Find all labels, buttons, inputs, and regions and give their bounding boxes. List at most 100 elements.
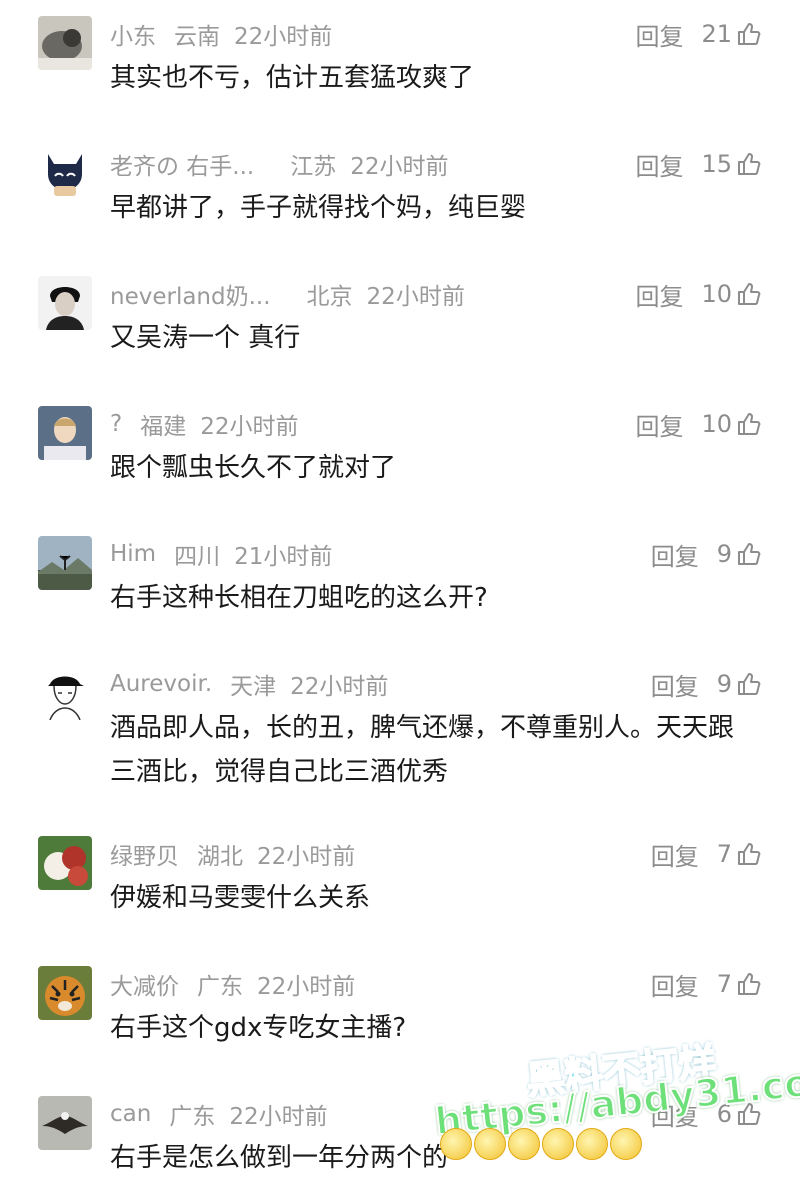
like-button[interactable]: 15 [701, 150, 762, 178]
avatar[interactable] [38, 666, 92, 720]
timestamp: 22小时前 [200, 414, 299, 440]
reply-button[interactable]: 回复 [635, 17, 683, 52]
comment-text: 右手这种长相在刀蛆吃的这么开? [110, 583, 488, 613]
comment-meta: 老齐の 右手... 江苏 22小时前 [110, 146, 449, 182]
comment-meta: ? 福建 22小时前 [110, 406, 299, 442]
username[interactable]: 老齐の 右手... [110, 147, 254, 181]
comment-text-line: 酒品即人品，长的丑，脾气还爆，不尊重别人。天天跟 [110, 713, 735, 743]
timestamp: 22小时前 [350, 154, 449, 180]
comment-meta: Aurevoir. 天津 22小时前 [110, 666, 388, 702]
avatar[interactable] [38, 536, 92, 590]
thumbs-up-icon [738, 283, 761, 305]
comment-text: 早都讲了，手子就得找个妈，纯巨婴 [110, 193, 527, 223]
location: 广东 [169, 1104, 216, 1130]
reply-button[interactable]: 回复 [635, 147, 683, 182]
username[interactable]: neverland奶... [110, 277, 271, 311]
username[interactable]: 绿野贝 [110, 837, 179, 871]
like-count: 10 [701, 280, 732, 308]
timestamp: 22小时前 [229, 1104, 328, 1130]
reply-button[interactable]: 回复 [651, 537, 699, 572]
location: 湖北 [197, 844, 243, 870]
comment-item: 老齐の 右手... 江苏 22小时前 回复 15 早都讲了，手子就得找个妈，纯巨… [0, 130, 800, 260]
comment-meta: Him 四川 21小时前 [110, 536, 332, 572]
comment-item: neverland奶... 北京 22小时前 回复 10 又吴涛一个 真行 [0, 260, 800, 390]
username[interactable]: Him [110, 541, 156, 567]
reply-button[interactable]: 回复 [651, 1097, 699, 1132]
like-count: 9 [716, 670, 732, 698]
comment-item: 小东 云南 22小时前 回复 21 其实也不亏，估计五套猛攻爽了 [0, 0, 800, 130]
avatar[interactable] [38, 276, 92, 330]
username[interactable]: 小东 [110, 17, 156, 51]
location: 江苏 [290, 154, 337, 180]
like-button[interactable]: 10 [701, 410, 762, 438]
thumbs-up-icon [738, 843, 761, 865]
comment-item: Him 四川 21小时前 回复 9 右手这种长相在刀蛆吃的这么开? [0, 520, 800, 650]
timestamp: 22小时前 [257, 974, 356, 1000]
like-button[interactable]: 7 [717, 970, 762, 998]
comment-text: 酒品即人品，长的丑，脾气还爆，不尊重别人。天天跟 三酒比，觉得自己比三酒优秀 [110, 706, 770, 794]
location: 福建 [140, 414, 187, 440]
comment-text-line: 三酒比，觉得自己比三酒优秀 [110, 757, 449, 787]
like-count: 9 [716, 540, 732, 568]
location: 天津 [230, 674, 277, 700]
comment-text: 伊媛和马雯雯什么关系 [110, 883, 371, 913]
location: 北京 [306, 284, 353, 310]
like-button[interactable]: 9 [717, 540, 762, 568]
comment-text: 又吴涛一个 真行 [110, 323, 301, 353]
comment-item: ? 福建 22小时前 回复 10 跟个瓢虫长久不了就对了 [0, 390, 800, 520]
timestamp: 21小时前 [234, 544, 333, 570]
comment-item: can 广东 22小时前 回复 6 右手是怎么做到一年分两个的 [0, 1080, 800, 1173]
username[interactable]: can [110, 1101, 151, 1127]
thumbs-up-icon [738, 413, 761, 435]
comment-meta: 大减价 广东 22小时前 [110, 966, 355, 1002]
reply-button[interactable]: 回复 [635, 407, 683, 442]
like-button[interactable]: 10 [701, 280, 762, 308]
comment-meta: 绿野贝 湖北 22小时前 [110, 836, 355, 872]
comment-meta: can 广东 22小时前 [110, 1096, 328, 1132]
avatar[interactable] [38, 406, 92, 460]
like-button[interactable]: 9 [717, 670, 762, 698]
timestamp: 22小时前 [234, 24, 333, 50]
username[interactable]: ? [110, 411, 122, 437]
like-count: 21 [701, 20, 732, 48]
comment-text: 跟个瓢虫长久不了就对了 [110, 453, 397, 483]
like-count: 6 [716, 1100, 732, 1128]
comment-item: Aurevoir. 天津 22小时前 回复 9 酒品即人品，长的丑，脾气还爆，不… [0, 650, 800, 820]
location: 四川 [174, 544, 221, 570]
thumbs-up-icon [738, 973, 761, 995]
location: 云南 [174, 24, 220, 50]
avatar[interactable] [38, 966, 92, 1020]
reply-button[interactable]: 回复 [635, 277, 683, 312]
like-count: 15 [701, 150, 732, 178]
like-button[interactable]: 6 [717, 1100, 762, 1128]
like-button[interactable]: 7 [717, 840, 762, 868]
thumbs-up-icon [738, 543, 761, 565]
reply-button[interactable]: 回复 [651, 837, 699, 872]
thumbs-up-icon [738, 153, 761, 175]
avatar[interactable] [38, 1096, 92, 1150]
comment-meta: 小东 云南 22小时前 [110, 16, 332, 52]
comment-item: 大减价 广东 22小时前 回复 7 右手这个gdx专吃女主播? [0, 950, 800, 1080]
reply-button[interactable]: 回复 [651, 667, 699, 702]
like-button[interactable]: 21 [701, 20, 762, 48]
comment-text: 其实也不亏，估计五套猛攻爽了 [110, 63, 475, 93]
reply-button[interactable]: 回复 [651, 967, 699, 1002]
timestamp: 22小时前 [366, 284, 465, 310]
thumbs-up-icon [738, 1103, 761, 1125]
comment-text: 右手是怎么做到一年分两个的 [110, 1143, 449, 1173]
username[interactable]: Aurevoir. [110, 671, 212, 697]
avatar[interactable] [38, 16, 92, 70]
username[interactable]: 大减价 [110, 967, 179, 1001]
location: 广东 [197, 974, 243, 1000]
thumbs-up-icon [738, 23, 761, 45]
comment-meta: neverland奶... 北京 22小时前 [110, 276, 465, 312]
timestamp: 22小时前 [290, 674, 389, 700]
thumbs-up-icon [738, 673, 761, 695]
timestamp: 22小时前 [257, 844, 356, 870]
avatar[interactable] [38, 146, 92, 200]
like-count: 10 [701, 410, 732, 438]
avatar[interactable] [38, 836, 92, 890]
comment-item: 绿野贝 湖北 22小时前 回复 7 伊媛和马雯雯什么关系 [0, 820, 800, 950]
like-count: 7 [716, 840, 732, 868]
comment-text: 右手这个gdx专吃女主播? [110, 1013, 407, 1043]
